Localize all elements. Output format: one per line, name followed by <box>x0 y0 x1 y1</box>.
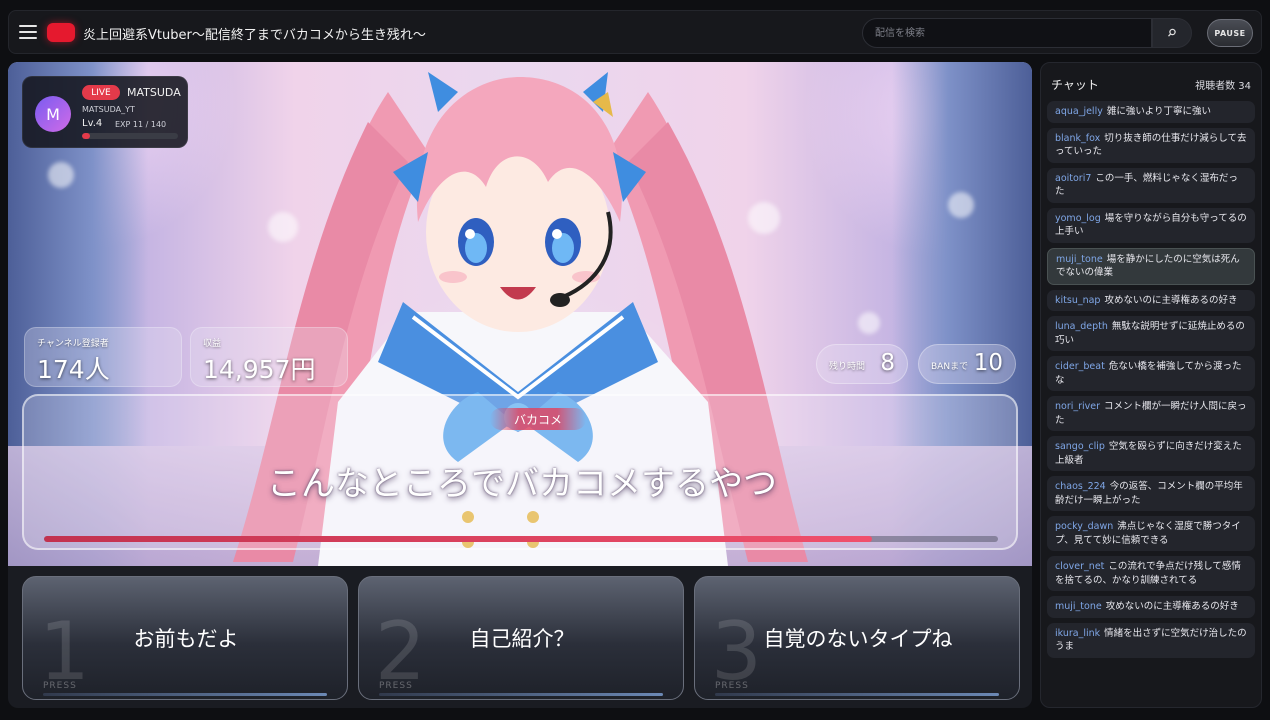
chat-panel: チャット 視聴者数 34 aqua_jelly 雑に強いより丁寧に強い blank… <box>1040 62 1262 708</box>
stream-stage: M LIVE MATSUDA MATSUDA_YT Lv.4 EXP 11 / … <box>8 62 1032 566</box>
chat-text: 攻めないのに主導権あるの好き <box>1105 601 1239 612</box>
chat-message: clover_net この流れで争点だけ残して感情を捨てるの、かなり訓練されてる <box>1047 556 1255 591</box>
exp-text: EXP 11 / 140 <box>115 120 167 129</box>
revenue-value: 14,957円 <box>203 355 316 384</box>
chat-message: cider_beat 危ない橋を補強してから渡ったな <box>1047 356 1255 391</box>
viewer-count: 視聴者数 34 <box>1195 81 1251 92</box>
choice-label: 自己紹介？ <box>469 627 575 651</box>
choice-underline <box>43 693 327 696</box>
chat-username: aoitori7 <box>1055 172 1092 184</box>
choice-underline <box>379 693 663 696</box>
chat-text: 攻めないのに主導権あるの好き <box>1104 294 1238 306</box>
search-button[interactable] <box>1152 18 1192 48</box>
chat-message: yomo_log 場を守りながら自分も守ってるの上手い <box>1047 207 1255 243</box>
time-left-pill: 残り時間 8 <box>816 344 908 384</box>
chat-message: luna_depth 無駄な説明せずに延焼止めるの巧い <box>1047 316 1255 351</box>
chat-username: ikura_link <box>1055 627 1101 639</box>
choice-button-2[interactable]: 2 自己紹介？ PRESS <box>358 576 684 700</box>
ban-counter-pill: BANまで 10 <box>918 344 1016 384</box>
revenue-panel: 収益 14,957円 <box>190 327 348 387</box>
chat-username: luna_depth <box>1055 321 1108 332</box>
press-hint: PRESS <box>43 681 77 691</box>
choice-underline <box>715 693 999 696</box>
time-left-value: 8 <box>880 350 895 376</box>
exp-progress-bar <box>82 133 178 139</box>
streamer-profile-card: M LIVE MATSUDA MATSUDA_YT Lv.4 EXP 11 / … <box>22 76 188 148</box>
subscribers-value: 174人 <box>37 355 110 384</box>
chat-text: 雑に強いより丁寧に強い <box>1106 106 1211 117</box>
chat-message-list[interactable]: aqua_jelly 雑に強いより丁寧に強い blank_fox 切り抜き師の仕事だ… <box>1047 101 1255 663</box>
exp-progress-fill <box>82 133 90 139</box>
chat-message: nori_river コメント欄が一瞬だけ人間に戻った <box>1047 396 1255 431</box>
baka-comment-box: バカコメ こんなところでバカコメするやつ <box>22 394 1018 550</box>
subscribers-label: チャンネル登録者 <box>37 339 109 349</box>
reply-choices: 1 お前もだよ PRESS 2 自己紹介？ PRESS 3 自覚のないタイプね … <box>8 566 1032 708</box>
avatar: M <box>35 96 71 132</box>
chat-message: ikura_link 情緒を出さずに空気だけ治したのうま <box>1047 622 1255 658</box>
comment-type-tag: バカコメ <box>490 408 586 430</box>
chat-username: sango_clip <box>1055 441 1105 452</box>
choice-label: お前もだよ <box>133 627 239 651</box>
chat-message: sango_clip 空気を殴らずに向きだけ変えた上級者 <box>1047 436 1255 471</box>
press-hint: PRESS <box>715 681 749 691</box>
chat-username: pocky_dawn <box>1055 521 1114 532</box>
choice-button-3[interactable]: 3 自覚のないタイプね PRESS <box>694 576 1020 700</box>
level-text: Lv.4 <box>82 118 103 129</box>
chat-message: blank_fox 切り抜き師の仕事だけ減らして去っていった <box>1047 127 1255 163</box>
chat-username: aqua_jelly <box>1055 106 1103 117</box>
chat-title: チャット <box>1051 78 1099 92</box>
comment-text: こんなところでバカコメするやつ <box>267 464 777 504</box>
search-input[interactable] <box>862 18 1152 48</box>
chat-username: muji_tone <box>1056 253 1103 265</box>
press-hint: PRESS <box>379 681 413 691</box>
chat-username: cider_beat <box>1055 361 1105 372</box>
revenue-label: 収益 <box>203 339 222 349</box>
chat-username: muji_tone <box>1055 601 1102 612</box>
chat-username: nori_river <box>1055 401 1101 412</box>
chat-message: muji_tone 攻めないのに主導権あるの好き <box>1047 596 1255 618</box>
time-left-label: 残り時間 <box>829 362 866 372</box>
chat-username: blank_fox <box>1055 132 1101 144</box>
pause-button[interactable]: PAUSE <box>1207 19 1253 47</box>
chat-message: chaos_224 今の返答、コメント欄の平均年齢だけ一瞬上がった <box>1047 476 1255 511</box>
chat-message: aoitori7 この一手、燃料じゃなく湿布だった <box>1047 167 1255 203</box>
comment-timer-fill <box>44 536 873 542</box>
chat-message: aqua_jelly 雑に強いより丁寧に強い <box>1047 101 1255 123</box>
chat-username: kitsu_nap <box>1055 294 1101 306</box>
streamer-handle: MATSUDA_YT <box>82 105 135 114</box>
live-badge: LIVE <box>82 85 120 100</box>
ban-label: BANまで <box>931 362 969 372</box>
chat-username: clover_net <box>1055 561 1105 572</box>
page-title: 炎上回避系Vtuber〜配信終了までバカコメから生き残れ〜 <box>83 28 426 43</box>
top-bar: 炎上回避系Vtuber〜配信終了までバカコメから生き残れ〜 PAUSE <box>8 10 1262 54</box>
comment-timer-bar <box>44 536 998 542</box>
choice-label: 自覚のないタイプね <box>763 627 953 651</box>
choice-button-1[interactable]: 1 お前もだよ PRESS <box>22 576 348 700</box>
chat-message: kitsu_nap 攻めないのに主導権あるの好き <box>1047 289 1255 311</box>
hamburger-menu-icon[interactable] <box>19 25 37 39</box>
subscribers-panel: チャンネル登録者 174人 <box>24 327 182 387</box>
search-icon <box>1168 28 1176 37</box>
chat-username: yomo_log <box>1055 212 1101 224</box>
ban-value: 10 <box>973 350 1003 376</box>
app-logo-icon <box>47 23 75 42</box>
streamer-name: MATSUDA <box>127 86 181 99</box>
chat-username: chaos_224 <box>1055 481 1106 492</box>
chat-message-highlighted: muji_tone 場を静かにしたのに空気は死んでないの偉業 <box>1047 247 1255 285</box>
chat-message: pocky_dawn 沸点じゃなく湿度で勝つタイプ、見てて妙に信頼できる <box>1047 516 1255 551</box>
